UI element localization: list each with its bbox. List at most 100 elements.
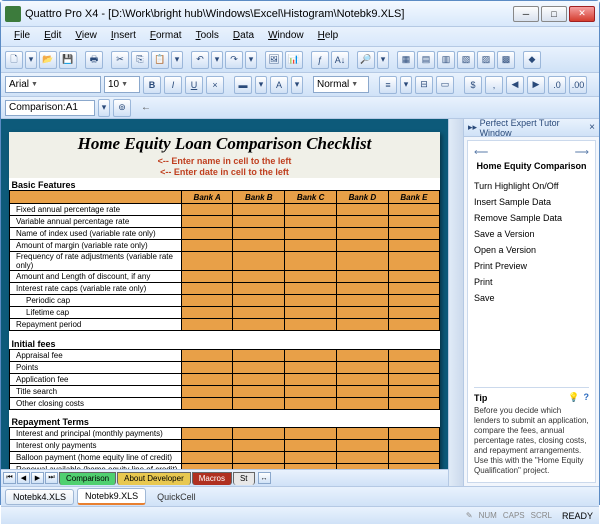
tool-b[interactable]: ▤ [417,51,435,69]
tab-last[interactable]: ⏭ [45,472,58,484]
indent-button[interactable]: ▶ [527,76,545,94]
file-tab[interactable]: Notebk9.XLS [77,488,146,505]
side-link[interactable]: Open a Version [474,242,589,258]
fontcolor-dropdown[interactable]: ▾ [291,76,303,94]
side-dock-icon[interactable]: ▸▸ [468,122,477,133]
menu-tools[interactable]: Tools [189,27,226,46]
fontsize-combo[interactable]: 10▼ [104,76,140,93]
sheet-tab[interactable]: Macros [192,472,232,485]
tool-d[interactable]: ▧ [457,51,475,69]
edit-icon: ✎ [466,511,473,520]
menu-file[interactable]: File [7,27,37,46]
redo-button[interactable]: ↷ [225,51,243,69]
tab-prev[interactable]: ◀ [17,472,30,484]
sheet-tab[interactable]: About Developer [117,472,191,485]
side-close-icon[interactable]: × [589,122,595,133]
status-caps: CAPS [503,511,525,520]
dec-dec-button[interactable]: .0 [548,76,566,94]
bgcolor-dropdown[interactable]: ▾ [255,76,267,94]
bgcolor-button[interactable]: ▬ [234,76,252,94]
sheet-tab[interactable]: Comparison [59,472,116,485]
side-link[interactable]: Print Preview [474,258,589,274]
status-bar: ✎ NUM CAPS SCRL READY [1,506,599,524]
side-link[interactable]: Print [474,274,589,290]
menu-format[interactable]: Format [143,27,189,46]
menu-insert[interactable]: Insert [104,27,143,46]
tool-a[interactable]: ▦ [397,51,415,69]
tab-scroll[interactable]: ↔ [258,472,271,484]
menu-help[interactable]: Help [311,27,346,46]
side-link[interactable]: Turn Highlight On/Off [474,178,589,194]
font-combo[interactable]: Arial▼ [5,76,101,93]
file-tab[interactable]: Notebk4.XLS [5,489,74,505]
print-button[interactable]: 🖶 [85,51,103,69]
side-prev[interactable]: ⟵ [474,147,488,158]
side-link[interactable]: Insert Sample Data [474,194,589,210]
fontcolor-button[interactable]: A [270,76,288,94]
cellref-dropdown[interactable]: ▾ [98,99,110,117]
paste-dropdown[interactable]: ▾ [171,51,183,69]
comparison-table[interactable]: Basic FeaturesBank ABank BBank CBank DBa… [9,178,440,469]
copy-button[interactable]: ⎘ [131,51,149,69]
inc-dec-button[interactable]: .00 [569,76,587,94]
tab-first[interactable]: ⏮ [3,472,16,484]
side-link[interactable]: Save a Version [474,226,589,242]
bold-button[interactable]: B [143,76,161,94]
strike-button[interactable]: × [206,76,224,94]
outdent-button[interactable]: ◀ [506,76,524,94]
formula-prefix: ← [141,102,151,113]
tab-next[interactable]: ▶ [31,472,44,484]
zoom-button[interactable]: 🔎 [357,51,375,69]
new-button[interactable]: 🗋 [5,51,23,69]
open-button[interactable]: 📂 [39,51,57,69]
merge-button[interactable]: ⊟ [415,76,433,94]
side-link[interactable]: Save [474,290,589,306]
menu-data[interactable]: Data [226,27,261,46]
help-icon[interactable]: ? [584,392,590,403]
close-button[interactable]: ✕ [569,6,595,22]
cell-reference[interactable]: Comparison:A1 [5,100,95,116]
undo-button[interactable]: ↶ [191,51,209,69]
paste-button[interactable]: 📋 [151,51,169,69]
status-scrl: SCRL [531,511,552,520]
border-button[interactable]: ▭ [436,76,454,94]
menu-edit[interactable]: Edit [37,27,68,46]
worksheet-area[interactable]: Home Equity Loan Comparison Checklist <-… [1,119,448,469]
side-title: Perfect Expert Tutor Window [480,118,590,138]
save-button[interactable]: 💾 [59,51,77,69]
chart-button[interactable]: 📊 [285,51,303,69]
menu-bar: FileEditViewInsertFormatToolsDataWindowH… [1,27,599,47]
formula-button[interactable]: ƒ [311,51,329,69]
minimize-button[interactable]: ─ [513,6,539,22]
tool-e[interactable]: ▨ [477,51,495,69]
style-combo[interactable]: Normal▼ [313,76,369,93]
menu-view[interactable]: View [68,27,104,46]
italic-button[interactable]: I [164,76,182,94]
menu-window[interactable]: Window [261,27,311,46]
goto-button[interactable]: ⊚ [113,99,131,117]
tip-text: Before you decide which lenders to submi… [474,406,589,476]
underline-button[interactable]: U [185,76,203,94]
new-dropdown[interactable]: ▾ [25,51,37,69]
comma-button[interactable]: , [485,76,503,94]
maximize-button[interactable]: □ [541,6,567,22]
expert-button[interactable]: ◆ [523,51,541,69]
tool-c[interactable]: ▥ [437,51,455,69]
side-next[interactable]: ⟶ [575,147,589,158]
side-link[interactable]: Remove Sample Data [474,210,589,226]
redo-dropdown[interactable]: ▾ [245,51,257,69]
align-button[interactable]: ≡ [379,76,397,94]
zoom-dropdown[interactable]: ▾ [377,51,389,69]
clipart-button[interactable]: 🖼 [265,51,283,69]
status-num: NUM [479,511,497,520]
lightbulb-icon[interactable]: 💡 [568,392,579,403]
tool-f[interactable]: ▩ [497,51,515,69]
undo-dropdown[interactable]: ▾ [211,51,223,69]
sheet-tab[interactable]: St [233,472,255,485]
main-toolbar: 🗋▾ 📂 💾 🖶 ✂ ⎘ 📋▾ ↶▾ ↷▾ 🖼 📊 ƒ A↓ 🔎▾ ▦ ▤ ▥ … [1,47,599,73]
vertical-scrollbar[interactable] [448,119,463,486]
sort-button[interactable]: A↓ [331,51,349,69]
align-dropdown[interactable]: ▾ [400,76,412,94]
currency-button[interactable]: $ [464,76,482,94]
cut-button[interactable]: ✂ [111,51,129,69]
